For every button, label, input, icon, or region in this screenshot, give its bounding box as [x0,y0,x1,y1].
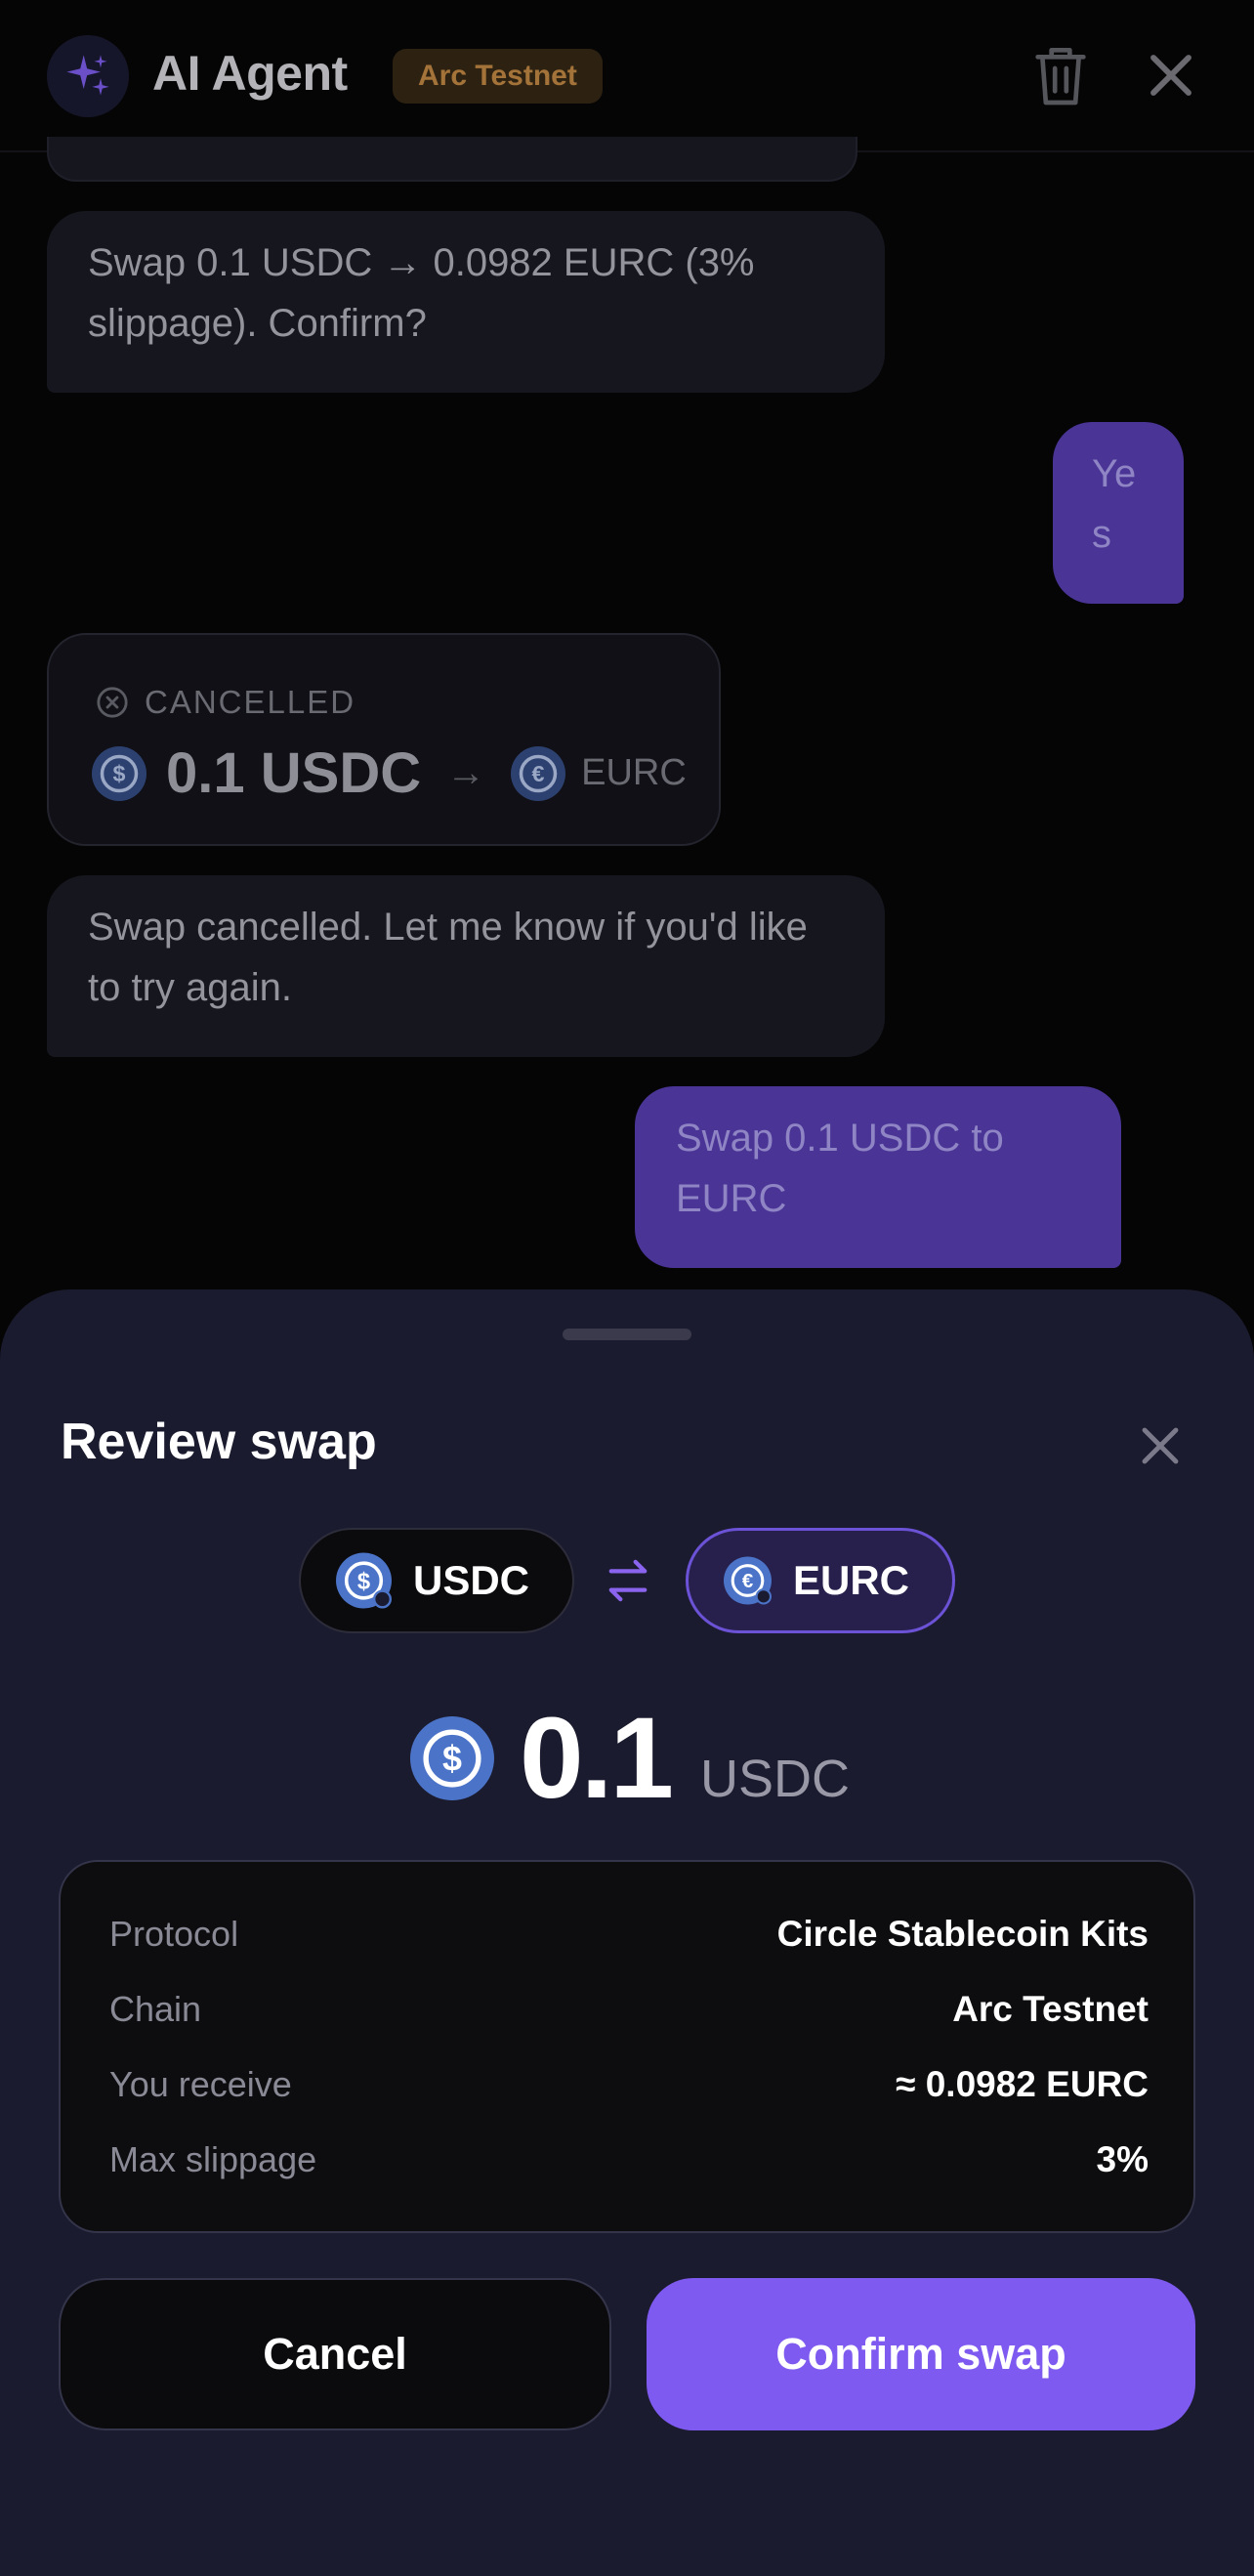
detail-value: 3% [1096,2139,1149,2179]
message-text: Swap 0.1 USDC → 0.0982 EURC (3% slippage… [88,241,755,345]
amount-value: 0.1 [520,1694,674,1823]
detail-row-protocol: Protocol Circle Stablecoin Kits [109,1905,1149,1964]
cancelled-swap-card: CANCELLED $ 0.1 USDC → € EURC [47,633,721,846]
confirm-swap-button[interactable]: Confirm swap [647,2278,1195,2430]
from-token-label: USDC [412,1557,529,1603]
detail-value: Arc Testnet [952,1989,1149,2029]
svg-text:$: $ [442,1740,462,1779]
eurc-token-icon: € [511,745,566,801]
swap-details-card: Protocol Circle Stablecoin Kits Chain Ar… [59,1860,1195,2233]
sheet-drag-handle[interactable] [563,1329,691,1340]
usdc-token-icon: $ [410,1716,494,1800]
detail-row-chain: Chain Arc Testnet [109,1980,1149,2039]
x-circle-icon [97,687,128,718]
agent-title: AI Agent [152,46,348,101]
svg-text:€: € [742,1571,753,1592]
detail-row-receive: You receive ≈ 0.0982 EURC [109,2055,1149,2114]
cancel-button[interactable]: Cancel [59,2278,611,2430]
detail-label: Max slippage [109,2139,317,2179]
swap-amount: $ 0.1 USDC [410,1690,850,1827]
cancel-status-label: CANCELLED [145,684,356,720]
amount-unit: USDC [700,1750,851,1808]
cancel-status: CANCELLED [96,684,355,721]
svg-text:$: $ [113,761,126,786]
message-text: Swap 0.1 USDC to EURC [676,1117,1004,1220]
agent-message: Swap cancelled. Let me know if you'd lik… [47,875,885,1057]
message-text: Yes [1092,452,1137,556]
cancel-swap-summary: $ 0.1 USDC → € EURC [92,740,687,806]
detail-label: Chain [109,1989,202,2029]
detail-value: Circle Stablecoin Kits [776,1914,1149,1954]
swap-direction-icon[interactable] [606,1555,650,1606]
detail-label: Protocol [109,1914,239,1954]
svg-text:€: € [532,761,545,786]
from-token-pill[interactable]: $ USDC [299,1528,574,1633]
user-message: Yes [1053,422,1184,604]
eurc-token-icon: € [724,1556,772,1605]
cancel-amount: 0.1 USDC [166,741,422,805]
detail-value: ≈ 0.0982 EURC [896,2064,1149,2104]
message-text: Swap cancelled. Let me know if you'd lik… [88,906,808,1009]
sparkles-icon [66,55,109,96]
user-message: Swap 0.1 USDC to EURC [635,1086,1121,1268]
to-token-pill[interactable]: € EURC [686,1528,955,1633]
detail-label: You receive [109,2064,292,2104]
arrow-right-icon: → [446,751,486,794]
detail-row-slippage: Max slippage 3% [109,2131,1149,2189]
agent-avatar [47,35,129,117]
svg-text:$: $ [357,1569,370,1594]
usdc-token-icon: $ [336,1552,392,1609]
cancel-to-token: EURC [581,752,687,793]
trash-icon[interactable] [1033,43,1088,107]
close-icon[interactable] [1137,1422,1184,1469]
sheet-title: Review swap [61,1414,377,1470]
previous-message-edge [47,137,857,182]
app-root: AI Agent Arc Testnet Swap 0.1 USDC → 0.0… [0,0,1254,2576]
to-token-label: EURC [792,1557,909,1603]
usdc-token-icon: $ [92,745,146,801]
top-bar: AI Agent Arc Testnet [0,0,1254,152]
review-swap-sheet: Review swap $ USDC € EURC $ 0.1 USDC Pro… [0,1289,1254,2576]
close-icon[interactable] [1145,49,1197,102]
network-badge: Arc Testnet [393,49,603,104]
agent-message: Swap 0.1 USDC → 0.0982 EURC (3% slippage… [47,211,885,393]
